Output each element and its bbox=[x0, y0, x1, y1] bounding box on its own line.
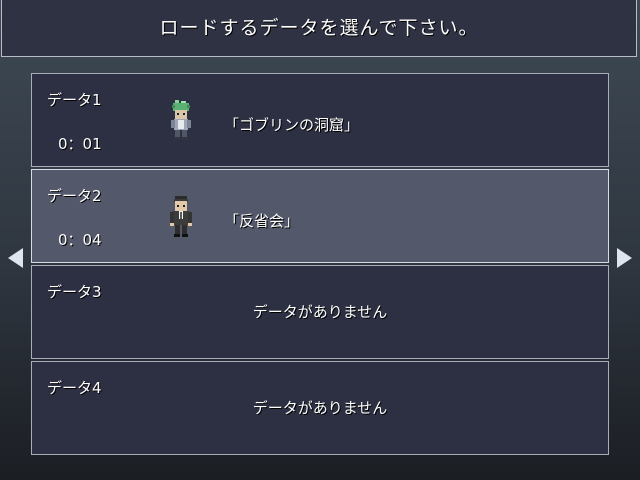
slot-label: データ1 bbox=[47, 91, 102, 109]
slot-empty-text: データがありません bbox=[252, 399, 388, 417]
slot-playtime: 0：04 bbox=[58, 231, 102, 249]
slot-playtime: 0：01 bbox=[58, 135, 102, 153]
arrow-right-icon[interactable] bbox=[617, 248, 632, 268]
save-slot-1[interactable]: データ1 0：01 「ゴブリンの洞窟」 bbox=[31, 73, 609, 167]
slot-empty-text: データがありません bbox=[252, 303, 388, 321]
arrow-left-icon[interactable] bbox=[8, 248, 23, 268]
slot-location: 「反省会」 bbox=[224, 212, 300, 230]
title-window: ロードするデータを選んで下さい。 bbox=[1, 0, 637, 57]
slot-label: データ4 bbox=[47, 379, 102, 397]
slot-location: 「ゴブリンの洞窟」 bbox=[224, 116, 360, 134]
slot-label: データ3 bbox=[47, 283, 102, 301]
save-slot-3[interactable]: データ3 データがありません bbox=[31, 265, 609, 359]
slot-label: データ2 bbox=[47, 187, 102, 205]
goblin-icon bbox=[171, 100, 191, 140]
save-slot-list: データ1 0：01 「ゴブリンの洞窟」 データ2 0：04 「反省会」 データ3… bbox=[31, 73, 609, 457]
save-slot-4[interactable]: データ4 データがありません bbox=[31, 361, 609, 455]
businessman-icon bbox=[170, 196, 192, 237]
save-slot-2[interactable]: データ2 0：04 「反省会」 bbox=[31, 169, 609, 263]
page-title: ロードするデータを選んで下さい。 bbox=[159, 16, 479, 39]
